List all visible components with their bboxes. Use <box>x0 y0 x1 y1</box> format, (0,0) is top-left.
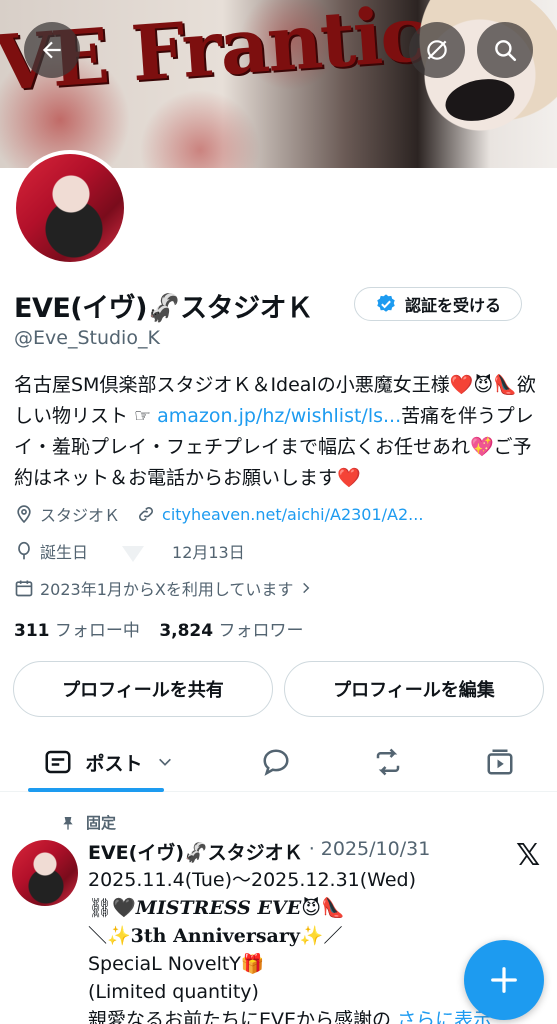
post-author-avatar[interactable] <box>12 840 78 906</box>
translate-button[interactable] <box>409 22 465 78</box>
calendar-icon <box>15 580 33 597</box>
profile-name-row: EVE(イヴ)🦨スタジオＫ <box>14 286 313 325</box>
tab-media[interactable] <box>470 732 530 792</box>
bio-wishlist-link[interactable]: amazon.jp/hz/wishlist/ls... <box>157 405 401 427</box>
profile-tabs: ポスト <box>0 732 557 792</box>
tab-reposts[interactable] <box>358 732 418 792</box>
post-line-2-title: MISTRESS EVE <box>135 897 302 919</box>
followers-stat[interactable]: 3,824 フォロワー <box>159 621 303 641</box>
pinned-label: 固定 <box>86 814 117 832</box>
post-line-3-prefix: ＼✨ <box>88 925 131 947</box>
post-author-name[interactable]: EVE(イヴ)🦨スタジオＫ <box>88 838 303 865</box>
pin-icon <box>63 816 73 830</box>
chevron-down-icon <box>158 758 171 766</box>
post-header: EVE(イヴ)🦨スタジオＫ · 2025/10/31 <box>88 838 430 865</box>
tab-posts[interactable]: ポスト <box>28 732 188 792</box>
search-button[interactable] <box>477 22 533 78</box>
following-stat[interactable]: 311 フォロー中 <box>14 621 140 641</box>
following-count: 311 <box>14 621 50 641</box>
post-line-6-text: 親愛なるお前たちにEVEから感謝の <box>88 1009 392 1024</box>
profile-website-link[interactable]: cityheaven.net/aichi/A2301/A2... <box>162 505 423 524</box>
verified-badge-icon <box>377 294 395 312</box>
post-line-3: ＼✨3th Anniversary✨／ <box>88 922 528 950</box>
post-date[interactable]: · 2025/10/31 <box>309 838 431 865</box>
birthday-value: 12月13日 <box>172 543 245 562</box>
profile-name: EVE(イヴ)🦨スタジオＫ <box>14 293 313 324</box>
post-line-3-title: 3th Anniversary <box>130 925 300 947</box>
pinned-indicator: 固定 <box>60 812 116 833</box>
search-icon <box>495 40 517 62</box>
get-verified-button[interactable]: 認証を受ける <box>354 287 522 321</box>
share-profile-button[interactable]: プロフィールを共有 <box>13 661 273 717</box>
media-icon <box>487 749 513 775</box>
repost-icon <box>376 748 400 776</box>
profile-joined-row: 2023年1月からXを利用しています <box>14 576 313 600</box>
link-icon <box>139 507 153 521</box>
chevron-right-icon[interactable] <box>299 581 313 595</box>
post-body: 2025.11.4(Tue)〜2025.12.31(Wed) ⛓🖤MISTRES… <box>88 866 528 1024</box>
follow-counts: 311 フォロー中 3,824 フォロワー <box>14 616 304 641</box>
post-line-2-suffix: 😈👠 <box>301 897 345 919</box>
posts-icon <box>45 750 71 774</box>
tooltip-caret <box>122 546 144 562</box>
plus-icon <box>491 967 517 993</box>
post-line-2-prefix: ⛓🖤 <box>88 897 136 919</box>
followers-count: 3,824 <box>159 621 214 641</box>
tab-replies[interactable] <box>246 732 306 792</box>
following-label: フォロー中 <box>54 621 140 641</box>
reply-bubble-icon <box>263 749 289 776</box>
balloon-icon <box>18 541 30 560</box>
post-line-3-suffix: ✨／ <box>299 925 343 947</box>
tab-posts-label: ポスト <box>85 752 143 775</box>
profile-location: スタジオＫ <box>40 506 121 525</box>
location-pin-icon <box>17 505 31 524</box>
profile-handle: @Eve_Studio_K <box>14 327 160 349</box>
edit-profile-button[interactable]: プロフィールを編集 <box>284 661 544 717</box>
joined-date: 2023年1月からXを利用しています <box>40 580 294 599</box>
post-line-2: ⛓🖤MISTRESS EVE😈👠 <box>88 894 528 922</box>
globe-slash-icon <box>427 40 447 60</box>
profile-avatar[interactable] <box>12 150 128 266</box>
followers-label: フォロワー <box>218 621 304 641</box>
active-tab-indicator <box>28 788 164 792</box>
get-verified-label: 認証を受ける <box>404 296 501 315</box>
post-line-6: 親愛なるお前たちにEVEから感謝の さらに表示 <box>88 1006 528 1024</box>
back-button[interactable] <box>24 22 80 78</box>
show-more-link[interactable]: さらに表示 <box>397 1009 492 1024</box>
birthday-label: 誕生日 <box>40 543 89 562</box>
post-line-5: (Limited quantity) <box>88 981 259 1003</box>
post-line-4: SpeciaL NoveltY🎁 <box>88 953 265 975</box>
arrow-left-icon <box>42 41 61 59</box>
profile-location-row: スタジオＫ cityheaven.net/aichi/A2301/A2... <box>14 502 423 526</box>
profile-banner[interactable]: VE Frantic <box>0 0 557 168</box>
post-line-1: 2025.11.4(Tue)〜2025.12.31(Wed) <box>88 869 417 891</box>
profile-bio: 名古屋SM倶楽部スタジオＫ＆Idealの小悪魔女王様❤️😈👠欲しい物リスト ☞ … <box>14 370 544 494</box>
compose-post-button[interactable] <box>464 940 544 1020</box>
